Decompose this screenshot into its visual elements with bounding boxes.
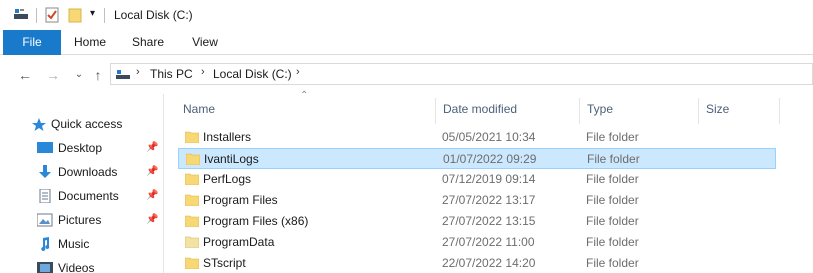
nav-item-documents[interactable]: Documents 📌: [0, 184, 164, 208]
folder-icon: [185, 194, 199, 206]
download-icon: [39, 165, 51, 178]
pin-icon[interactable]: 📌: [146, 214, 158, 225]
nav-item-pictures[interactable]: Pictures 📌: [0, 208, 164, 232]
folder-icon: [186, 153, 200, 165]
desktop-icon: [37, 142, 53, 153]
file-date-modified: 01/07/2022 09:29: [443, 152, 537, 166]
file-date-modified: 22/07/2022 14:20: [442, 256, 536, 270]
ribbon-tabs: File Home Share View: [0, 30, 813, 55]
file-name: STscript: [203, 256, 246, 270]
file-date-modified: 27/07/2022 13:15: [442, 214, 536, 228]
tab-file[interactable]: File: [3, 30, 61, 55]
nav-label: Downloads: [58, 165, 118, 179]
back-arrow-icon[interactable]: ←: [16, 66, 34, 84]
file-date-modified: 27/07/2022 11:00: [442, 235, 535, 249]
nav-item-desktop[interactable]: Desktop 📌: [0, 136, 164, 160]
column-header-date[interactable]: Date modified: [443, 94, 517, 124]
breadcrumb-chevron-icon[interactable]: ›: [136, 66, 140, 78]
drive-properties-icon[interactable]: [13, 7, 29, 21]
column-header-name[interactable]: Name: [183, 94, 215, 124]
nav-label: Videos: [58, 261, 95, 273]
column-divider[interactable]: [435, 98, 436, 124]
folder-icon: [185, 131, 199, 143]
folder-icon: [185, 257, 199, 269]
nav-label: Music: [58, 237, 90, 251]
tab-share[interactable]: Share: [120, 30, 176, 55]
file-date-modified: 27/07/2022 13:17: [442, 193, 536, 207]
music-icon: [41, 237, 50, 251]
nav-item-quick-access[interactable]: Quick access: [0, 112, 164, 136]
file-name: Installers: [203, 130, 252, 144]
file-name: Program Files: [203, 193, 278, 207]
star-icon: [32, 118, 46, 131]
file-name: IvantiLogs: [204, 152, 259, 166]
file-type: File folder: [586, 256, 639, 270]
new-folder-icon[interactable]: [68, 7, 82, 23]
file-type: File folder: [586, 172, 639, 186]
nav-label: Desktop: [58, 141, 103, 155]
navigation-pane: Quick access Desktop 📌 Downloads 📌 Docum…: [0, 94, 164, 273]
tab-home[interactable]: Home: [62, 30, 118, 55]
table-row[interactable]: IvantiLogs 01/07/2022 09:29 File folder: [178, 148, 776, 169]
file-date-modified: 07/12/2019 09:14: [442, 172, 536, 186]
sort-ascending-icon: ⌃: [300, 90, 309, 101]
file-name: Program Files (x86): [203, 214, 309, 228]
table-row[interactable]: PerfLogs 07/12/2019 09:14 File folder: [178, 169, 776, 190]
column-header-type[interactable]: Type: [587, 94, 613, 124]
folder-icon: [185, 215, 199, 227]
recent-locations-chevron-icon[interactable]: ⌄: [70, 66, 88, 84]
pin-icon[interactable]: 📌: [146, 190, 158, 201]
table-row[interactable]: STscript 22/07/2022 14:20 File folder: [178, 253, 776, 273]
window-title: Local Disk (C:): [114, 8, 193, 22]
folder-icon: [185, 236, 199, 248]
videos-icon: [37, 262, 53, 273]
column-divider[interactable]: [579, 98, 580, 124]
column-header-size[interactable]: Size: [706, 94, 729, 124]
file-type: File folder: [586, 130, 639, 144]
title-bar: ▾ Local Disk (C:): [0, 0, 813, 30]
table-row[interactable]: ProgramData 27/07/2022 11:00 File folder: [178, 232, 776, 253]
file-name: PerfLogs: [203, 172, 252, 186]
properties-check-icon[interactable]: [45, 7, 59, 23]
file-type: File folder: [587, 152, 640, 166]
breadcrumb-chevron-icon[interactable]: ›: [296, 66, 300, 78]
this-pc-drive-icon: [116, 70, 130, 79]
customize-toolbar-icon[interactable]: ▾: [90, 8, 95, 19]
file-type: File folder: [586, 235, 639, 249]
folder-icon: [185, 173, 199, 185]
breadcrumb-chevron-icon[interactable]: ›: [201, 66, 205, 78]
nav-item-downloads[interactable]: Downloads 📌: [0, 160, 164, 184]
documents-icon: [39, 189, 51, 203]
table-row[interactable]: Program Files (x86) 27/07/2022 13:15 File …: [178, 211, 776, 232]
file-list: ⌃ Name Date modified Type Size Installer…: [165, 90, 813, 273]
tab-view[interactable]: View: [177, 30, 233, 55]
file-name: ProgramData: [203, 235, 275, 249]
pictures-icon: [37, 213, 53, 227]
pin-icon[interactable]: 📌: [146, 142, 158, 153]
nav-label: Quick access: [51, 117, 123, 131]
nav-label: Documents: [58, 189, 119, 203]
breadcrumb-local-disk[interactable]: Local Disk (C:): [213, 67, 292, 81]
nav-item-music[interactable]: Music: [0, 232, 164, 256]
address-bar[interactable]: › This PC › Local Disk (C:) ›: [110, 63, 813, 85]
table-row[interactable]: Installers 05/05/2021 10:34 File folder: [178, 127, 776, 148]
up-arrow-icon[interactable]: ↑: [89, 66, 107, 84]
forward-arrow-icon[interactable]: →: [44, 66, 62, 84]
table-row[interactable]: Program Files 27/07/2022 13:17 File folder: [178, 190, 776, 211]
column-divider[interactable]: [779, 98, 780, 124]
file-date-modified: 05/05/2021 10:34: [442, 130, 536, 144]
column-divider[interactable]: [698, 98, 699, 124]
title-separator: [104, 8, 105, 23]
pin-icon[interactable]: 📌: [146, 166, 158, 177]
nav-label: Pictures: [58, 213, 102, 227]
nav-item-videos[interactable]: Videos: [0, 256, 164, 273]
file-type: File folder: [586, 193, 639, 207]
file-type: File folder: [586, 214, 639, 228]
title-separator: [36, 8, 37, 23]
breadcrumb-this-pc[interactable]: This PC: [150, 67, 193, 81]
